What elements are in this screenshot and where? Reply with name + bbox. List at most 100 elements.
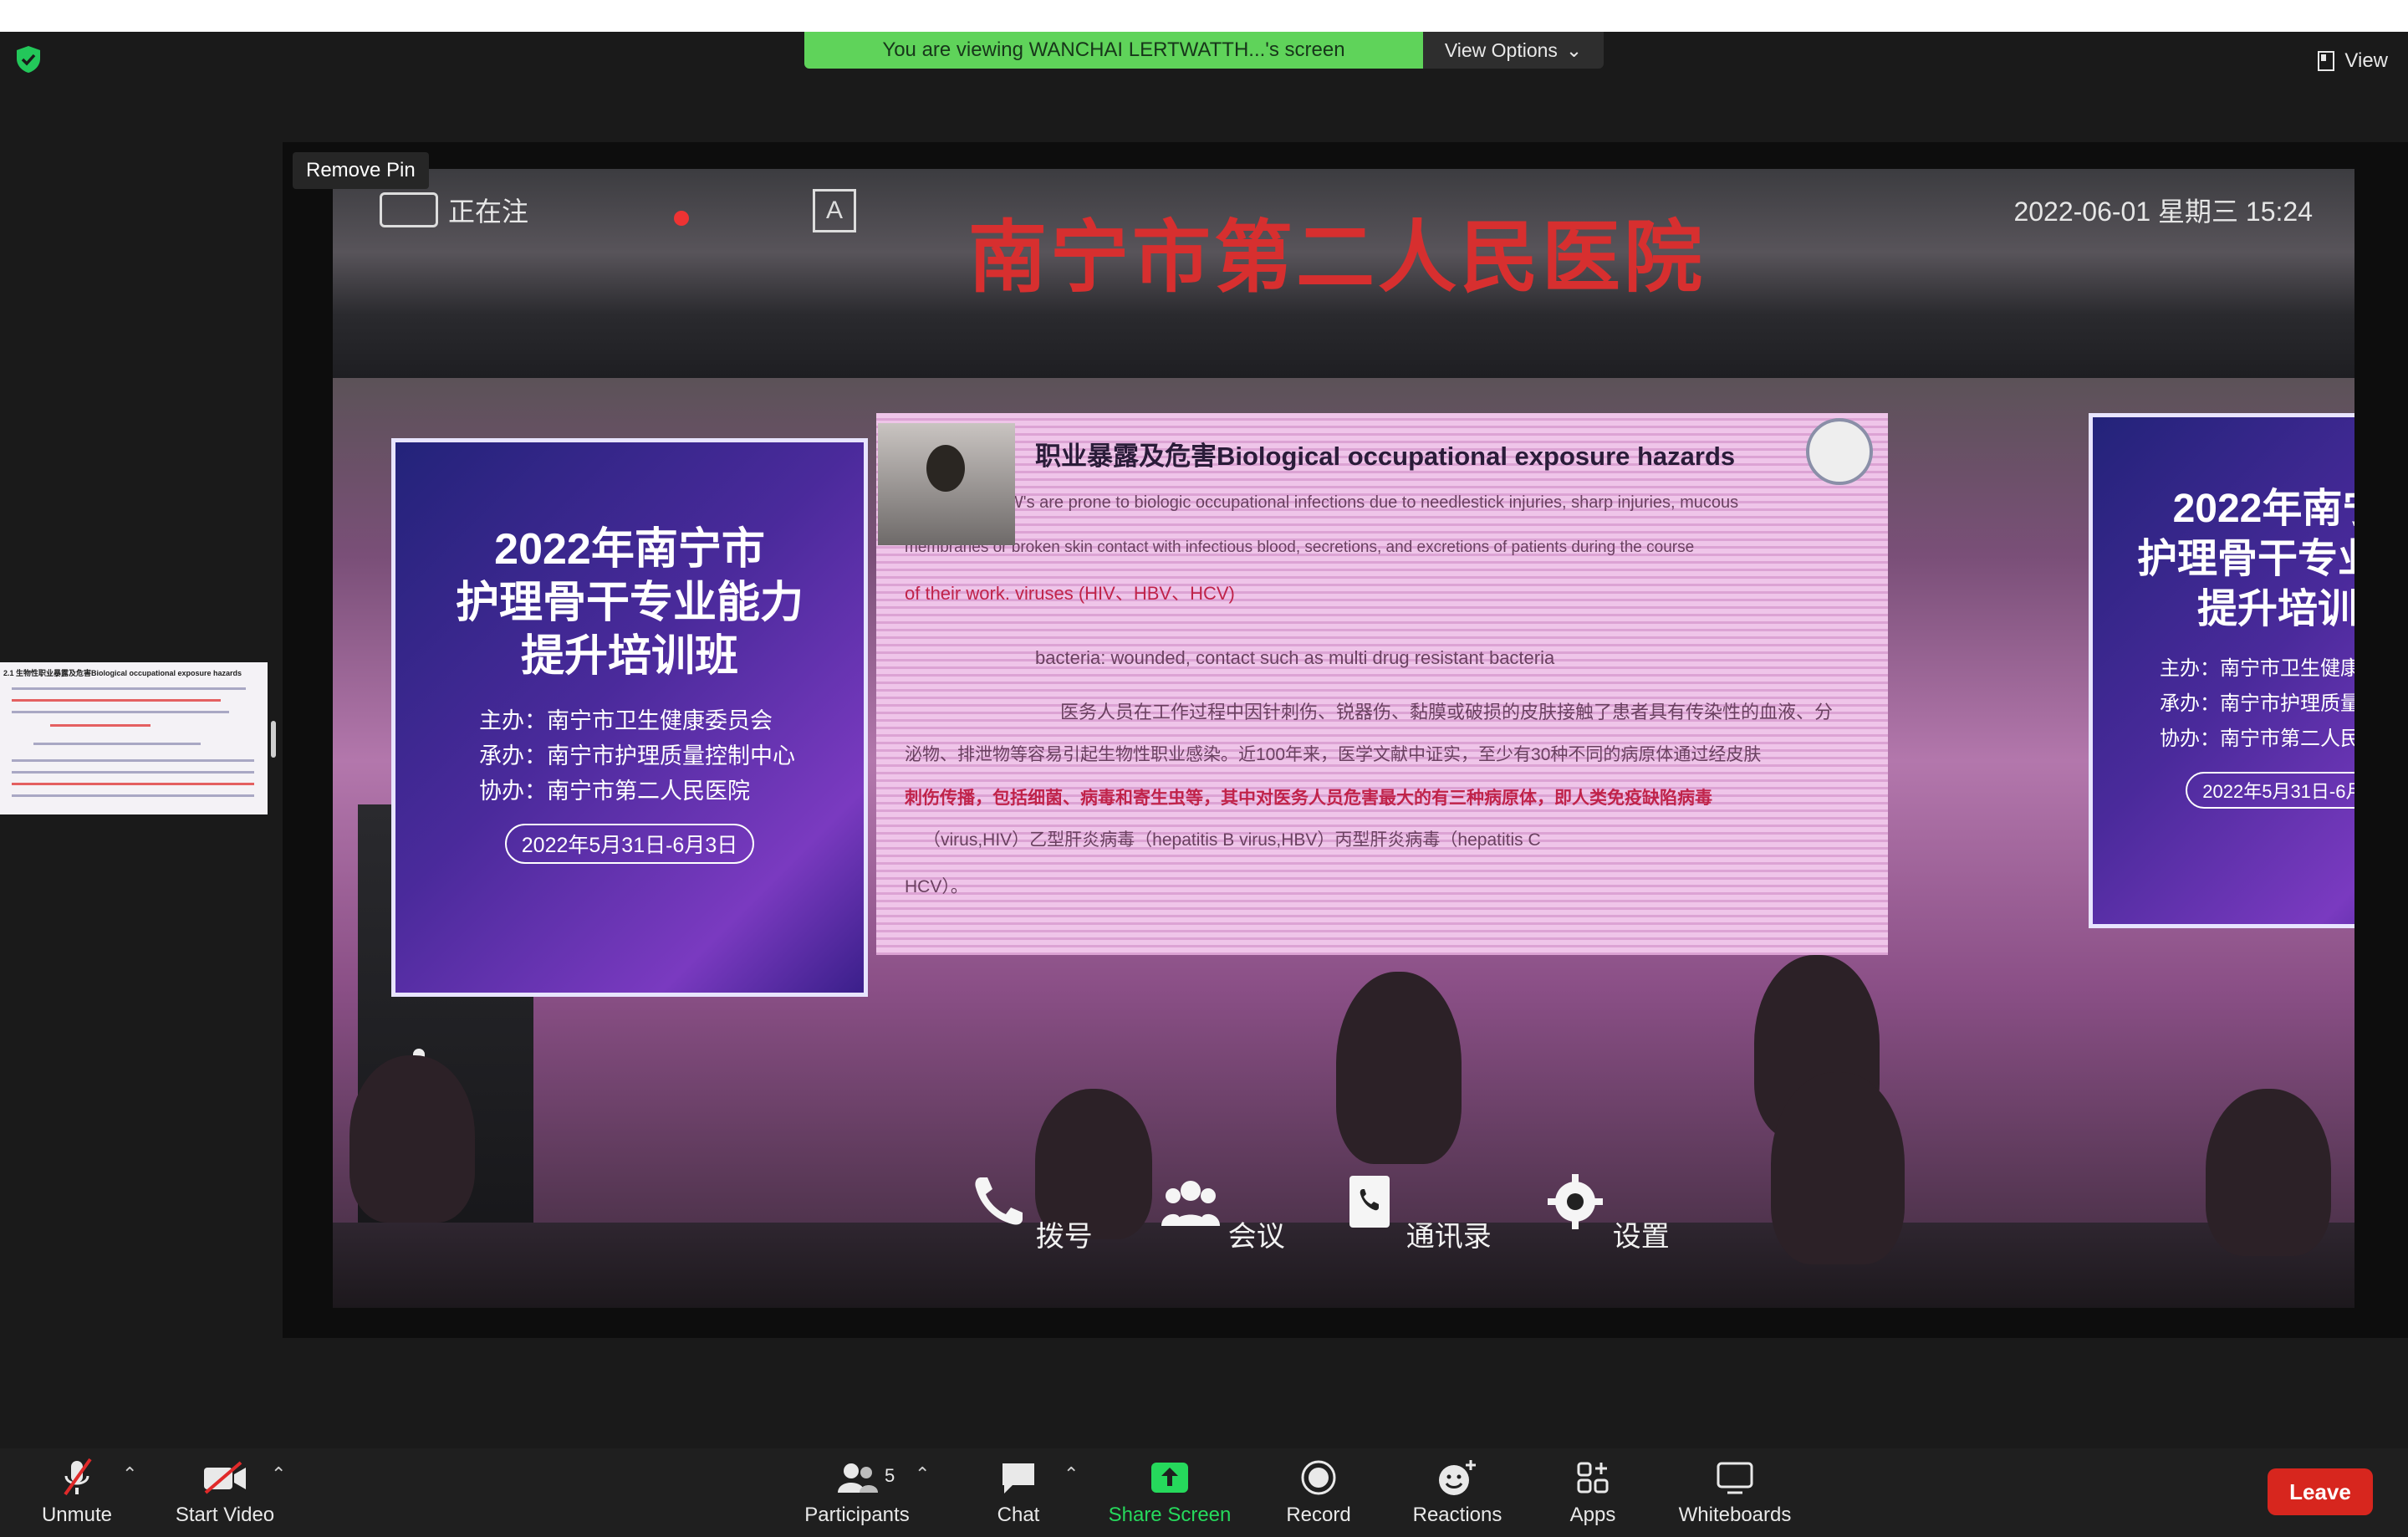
apps-icon (1577, 1462, 1609, 1494)
meeting-toolbar: Unmute ⌃ Start Video ⌃ Participants 5 ⌃ (0, 1448, 2408, 1537)
thumbnail-text-line (12, 687, 246, 690)
stream-datetime: 2022-06-01 星期三 15:24 (2013, 197, 2313, 227)
slide-line: HCV）。 (905, 877, 968, 896)
banner-sponsor: 主办：南宁市卫生健康委员会 (479, 708, 773, 733)
slide-line: （virus,HIV）乙型肝炎病毒（hepatitis B virus,HBV）… (923, 830, 1541, 850)
thumbnail-text-line (50, 724, 150, 727)
banner-dates: 2022年5月31日-6月3日 (2186, 772, 2354, 809)
banner-title-line: 2022年南宁市 (494, 525, 765, 574)
view-options-button[interactable]: View Options ⌄ (1423, 32, 1604, 69)
encryption-shield-icon[interactable] (15, 45, 42, 74)
audio-options-chevron-icon[interactable]: ⌃ (122, 1463, 137, 1485)
phone-menu-label: 拨号 (1035, 1221, 1093, 1253)
a-badge: A (813, 189, 856, 232)
reactions-label: Reactions (1412, 1504, 1502, 1526)
microphone-muted-icon (64, 1458, 92, 1496)
banner-co-organizer: 协办：南宁市第二人民医院 (479, 779, 750, 804)
presenter-face (926, 445, 965, 492)
banner-co-organizer: 协办：南宁市第二人民医院 (2160, 728, 2354, 750)
leave-label: Leave (2289, 1478, 2351, 1504)
leave-button[interactable]: Leave (2268, 1468, 2373, 1515)
phone-menu-item: 拨号 (935, 1172, 1127, 1306)
banner-title-line: 提升培训班 (2196, 587, 2354, 631)
contacts-book-icon (1349, 1176, 1390, 1228)
participants-label: Participants (804, 1504, 910, 1526)
stream-status-text: 正在注 (448, 197, 529, 227)
participants-options-chevron-icon[interactable]: ⌃ (915, 1463, 930, 1485)
chat-button[interactable]: Chat (985, 1448, 1052, 1537)
start-video-button[interactable]: Start Video (166, 1448, 284, 1537)
projected-slide: 职业暴露及危害Biological occupational exposure … (876, 413, 1888, 955)
video-options-chevron-icon[interactable]: ⌃ (271, 1463, 286, 1485)
slide-line: 泌物、排泄物等容易引起生物性职业感染。近100年来，医学文献中证实，至少有30种… (905, 745, 1762, 764)
whiteboards-button[interactable]: Whiteboards (1672, 1448, 1798, 1537)
remove-pin-label: Remove Pin (306, 159, 416, 181)
top-window-bar (0, 0, 2408, 32)
apps-label: Apps (1569, 1504, 1616, 1526)
phone-menu-item: 通讯录 (1319, 1172, 1512, 1306)
banner-organizer: 承办：南宁市护理质量控制中心 (2160, 692, 2354, 715)
chat-options-chevron-icon[interactable]: ⌃ (1064, 1463, 1079, 1485)
reactions-button[interactable]: Reactions (1410, 1448, 1505, 1537)
thumbnail-text-line (12, 771, 254, 774)
slide-line: HCW's are prone to biologic occupational… (983, 493, 1739, 512)
unmute-button[interactable]: Unmute (33, 1448, 120, 1537)
view-button[interactable]: View (2318, 47, 2388, 75)
phone-menu-label: 通讯录 (1406, 1221, 1492, 1253)
reactions-smiley-icon (1439, 1460, 1476, 1495)
record-button[interactable]: Record (1279, 1448, 1358, 1537)
participants-button[interactable]: Participants (798, 1448, 916, 1537)
whiteboards-label: Whiteboards (1678, 1504, 1792, 1526)
share-screen-icon (1151, 1463, 1188, 1493)
stream-status: 正在注 (380, 191, 528, 229)
audience-member (1336, 972, 1462, 1164)
slide-line: 刺伤传播，包括细菌、病毒和寄生虫等，其中对医务人员危害最大的有三种病原体，即人类… (905, 789, 1712, 808)
chevron-down-icon: ⌄ (1565, 38, 1583, 61)
thumbnail-text-line (33, 743, 201, 745)
start-video-label: Start Video (175, 1504, 275, 1526)
view-label: View (2344, 49, 2388, 72)
audience-member (349, 1055, 475, 1223)
phone-menu-overlay: 拨号 会议 通讯录 设置 (935, 1172, 1704, 1306)
share-screen-button[interactable]: Share Screen (1102, 1448, 1237, 1537)
hospital-name: 南宁市第二人民医院 (968, 213, 1707, 301)
phone-menu-label: 设置 (1612, 1221, 1670, 1253)
phone-menu-item: 设置 (1512, 1172, 1704, 1306)
unmute-label: Unmute (41, 1504, 113, 1526)
audience-member (1771, 1072, 1905, 1264)
record-label: Record (1286, 1504, 1351, 1526)
video-camera-off-icon (204, 1461, 246, 1494)
thumbnail-text-line (12, 759, 254, 762)
banner-title-line: 护理骨干专业能力 (2136, 537, 2354, 581)
remove-pin-button[interactable]: Remove Pin (293, 152, 429, 189)
banner-title-line: 护理骨干专业能力 (455, 579, 804, 627)
chat-bubble-icon (1002, 1463, 1034, 1494)
slide-line: bacteria: wounded, contact such as multi… (1035, 647, 1555, 668)
phone-menu-item: 会议 (1127, 1172, 1319, 1306)
right-event-banner: 2022年南宁市 护理骨干专业能力 提升培训班 主办：南宁市卫生健康委员会 承办… (2089, 413, 2354, 928)
slide-line: of their work. viruses (HIV、HBV、HCV) (905, 583, 1235, 604)
shared-slide-thumbnail[interactable]: 2.1 生物性职业暴露及危害Biological occupational ex… (0, 662, 268, 814)
phone-menu-label: 会议 (1227, 1221, 1285, 1253)
slide-line: 医务人员在工作过程中因针刺伤、锐器伤、黏膜或破损的皮肤接触了患者具有传染性的血液… (1060, 702, 1834, 723)
thumbnail-text-line (12, 794, 254, 797)
slide-line: membranes or broken skin contact with in… (905, 539, 1695, 556)
phone-icon (975, 1177, 1023, 1225)
audience-member (2206, 1089, 2331, 1256)
hospital-seal-icon (1806, 418, 1873, 485)
thumbnail-text-line (12, 711, 229, 713)
chat-label: Chat (997, 1504, 1040, 1526)
record-icon (1301, 1460, 1336, 1495)
presenter-video-tile (878, 423, 1015, 545)
participants-icon (838, 1463, 878, 1493)
share-screen-label: Share Screen (1108, 1504, 1232, 1526)
slide-title: 职业暴露及危害Biological occupational exposure … (1035, 442, 1736, 471)
apps-button[interactable]: Apps (1564, 1448, 1622, 1537)
viewing-screen-banner: You are viewing WANCHAI LERTWATTH...'s s… (804, 32, 1423, 69)
shared-video-stream: 正在注 A 南宁市第二人民医院 2022-06-01 星期三 15:24 202… (333, 169, 2354, 1308)
thumbnail-resize-handle[interactable] (271, 721, 276, 758)
view-options-label: View Options (1444, 38, 1558, 61)
banner-title-line: 提升培训班 (520, 632, 738, 681)
viewing-text: You are viewing WANCHAI LERTWATTH...'s s… (882, 38, 1345, 61)
whiteboard-icon (1717, 1462, 1753, 1494)
